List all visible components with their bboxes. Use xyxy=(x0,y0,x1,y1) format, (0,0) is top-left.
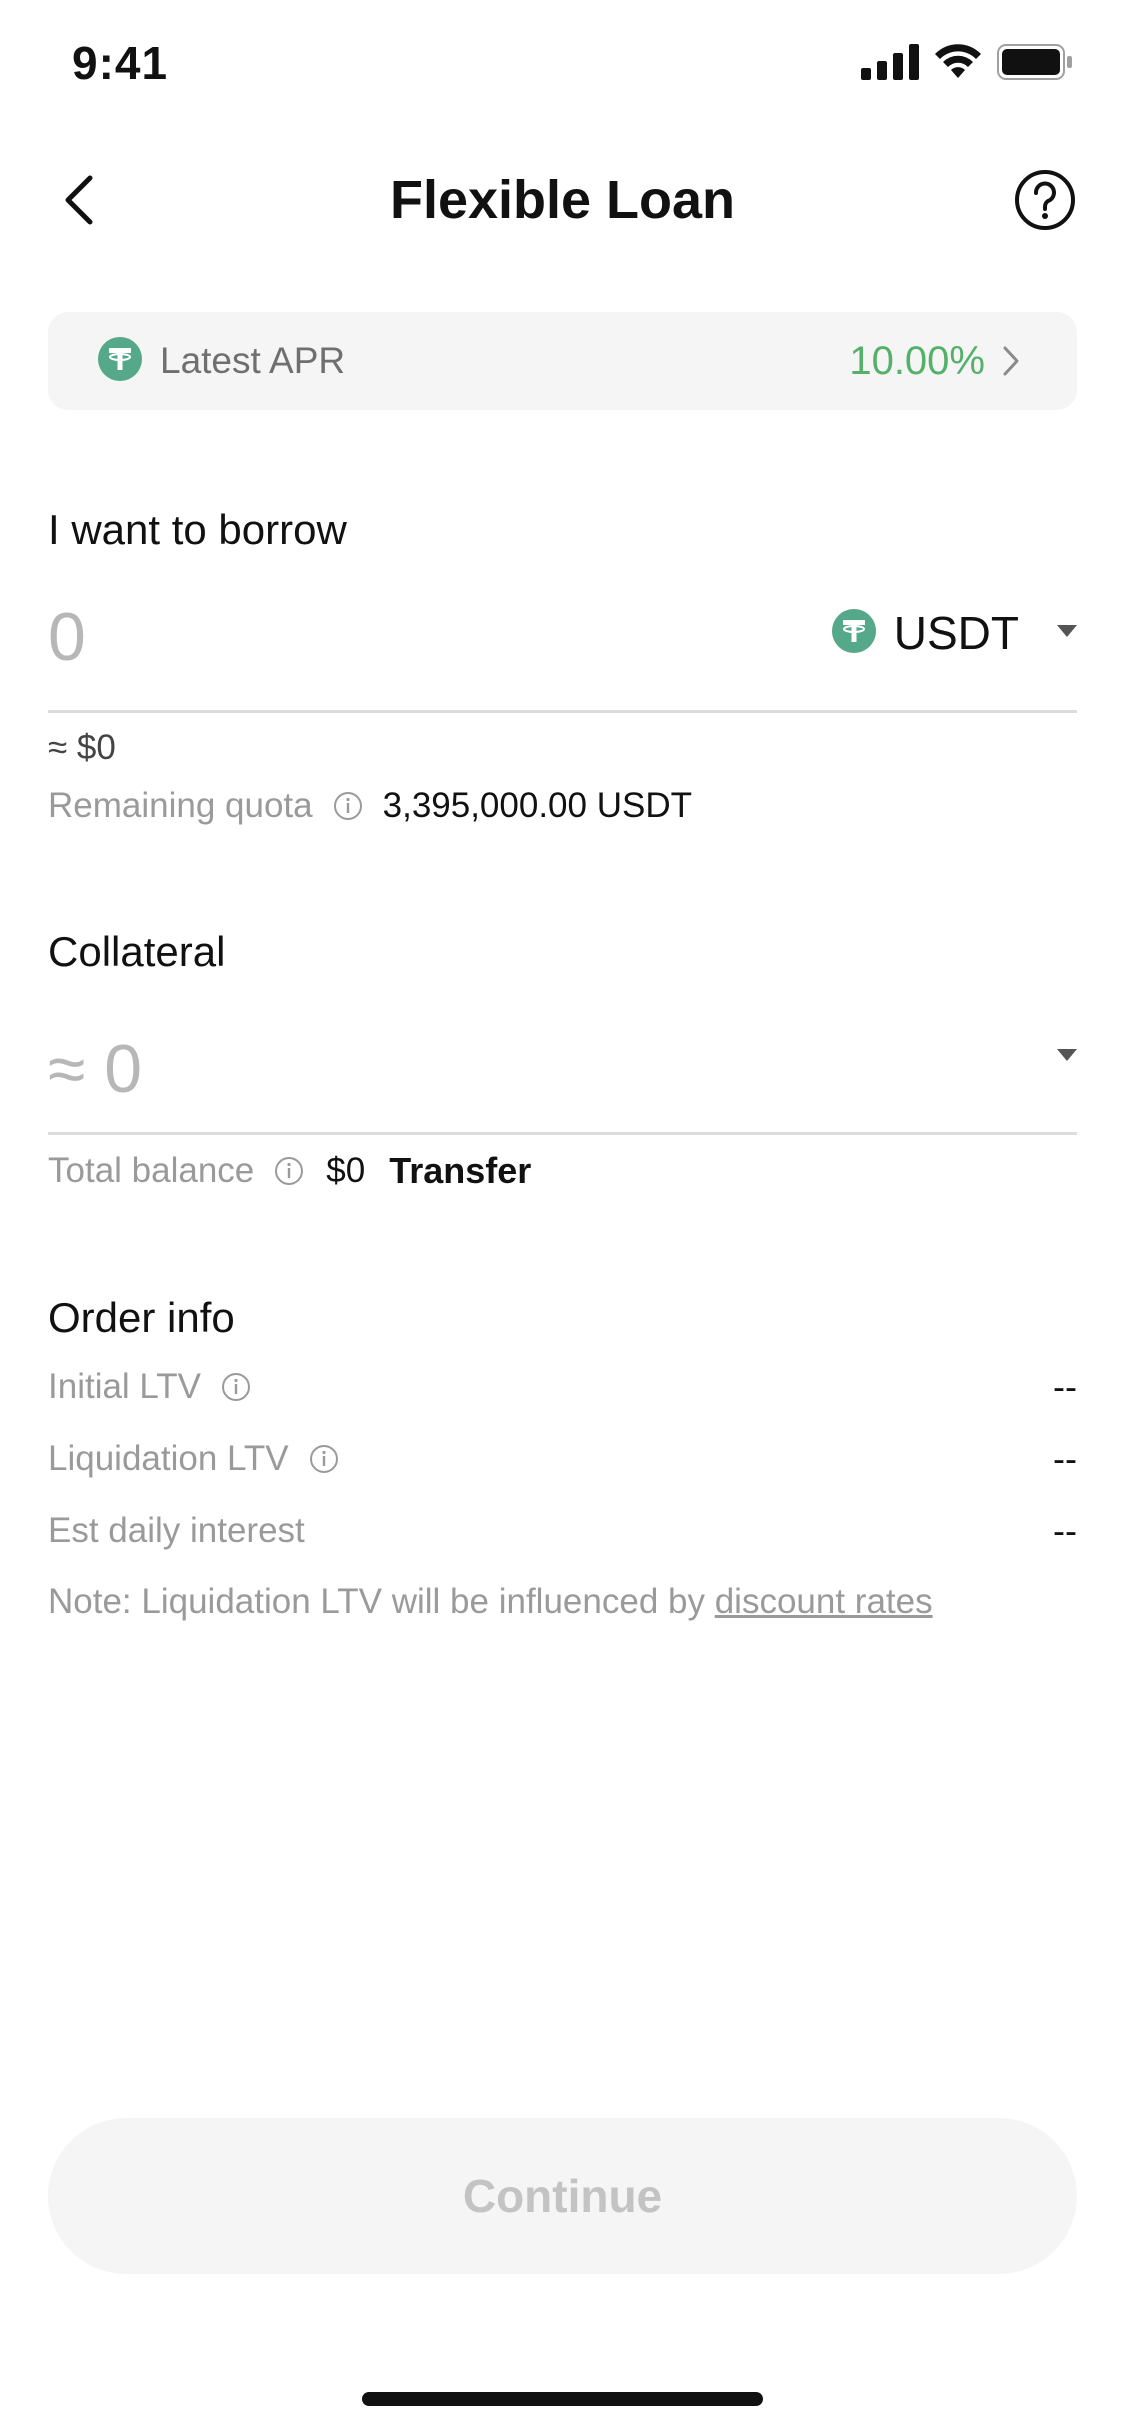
discount-rates-link[interactable]: discount rates xyxy=(715,1582,933,1621)
borrow-usd-value: ≈ $0 xyxy=(48,728,116,767)
order-row-label: Est daily interest xyxy=(48,1511,305,1550)
order-row-label: Initial LTV xyxy=(48,1367,202,1406)
help-button[interactable] xyxy=(1005,160,1085,240)
borrow-coin-label: USDT xyxy=(893,607,1019,659)
collateral-section-title: Collateral xyxy=(48,928,226,975)
order-row-initial-ltv: Initial LTV -- xyxy=(48,1366,1077,1408)
quota-value: 3,395,000.00 USDT xyxy=(382,786,692,825)
total-balance-row: Total balance $0 Transfer xyxy=(48,1150,531,1192)
remaining-quota-row: Remaining quota 3,395,000.00 USDT xyxy=(48,786,692,826)
order-row-est-daily-interest: Est daily interest -- xyxy=(48,1510,1077,1552)
borrow-coin-select[interactable]: USDT xyxy=(831,606,1077,660)
battery-icon xyxy=(997,44,1073,85)
borrow-amount-input[interactable] xyxy=(48,598,748,676)
order-info-title: Order info xyxy=(48,1294,235,1341)
status-time: 9:41 xyxy=(72,37,169,89)
order-row-value: -- xyxy=(1053,1366,1077,1407)
chevron-right-icon xyxy=(1001,344,1021,378)
info-icon[interactable] xyxy=(274,1156,304,1186)
info-icon[interactable] xyxy=(221,1372,251,1402)
apr-label: Latest APR xyxy=(160,340,346,381)
order-row-label: Liquidation LTV xyxy=(48,1439,289,1478)
collateral-select[interactable] xyxy=(1057,1048,1077,1066)
order-row-value: -- xyxy=(1053,1438,1077,1479)
home-indicator xyxy=(362,2392,763,2406)
borrow-section-title: I want to borrow xyxy=(48,506,347,553)
note-text: Note: Liquidation LTV will be influenced… xyxy=(48,1582,715,1621)
quota-label: Remaining quota xyxy=(48,786,313,825)
status-icons xyxy=(861,44,1073,85)
tether-icon xyxy=(831,608,876,658)
collateral-value[interactable]: ≈ 0 xyxy=(48,1030,142,1108)
borrow-divider xyxy=(48,710,1077,713)
collateral-divider xyxy=(48,1132,1077,1135)
liquidation-note: Note: Liquidation LTV will be influenced… xyxy=(48,1582,933,1622)
apr-banner[interactable]: Latest APR 10.00% xyxy=(48,312,1077,410)
question-circle-icon xyxy=(1015,170,1075,230)
caret-down-icon xyxy=(1057,1048,1077,1065)
tether-icon xyxy=(98,336,142,386)
balance-value: $0 xyxy=(326,1151,366,1190)
transfer-link[interactable]: Transfer xyxy=(389,1150,531,1192)
continue-button[interactable]: Continue xyxy=(48,2118,1077,2274)
balance-label: Total balance xyxy=(48,1151,255,1190)
order-row-value: -- xyxy=(1053,1510,1077,1551)
order-row-liquidation-ltv: Liquidation LTV -- xyxy=(48,1438,1077,1480)
signal-icon xyxy=(861,44,919,85)
wifi-icon xyxy=(933,44,983,85)
apr-value: 10.00% xyxy=(849,338,985,383)
page-title: Flexible Loan xyxy=(389,170,736,230)
info-icon[interactable] xyxy=(309,1444,339,1474)
info-icon[interactable] xyxy=(333,791,363,821)
caret-down-icon xyxy=(1057,624,1077,642)
